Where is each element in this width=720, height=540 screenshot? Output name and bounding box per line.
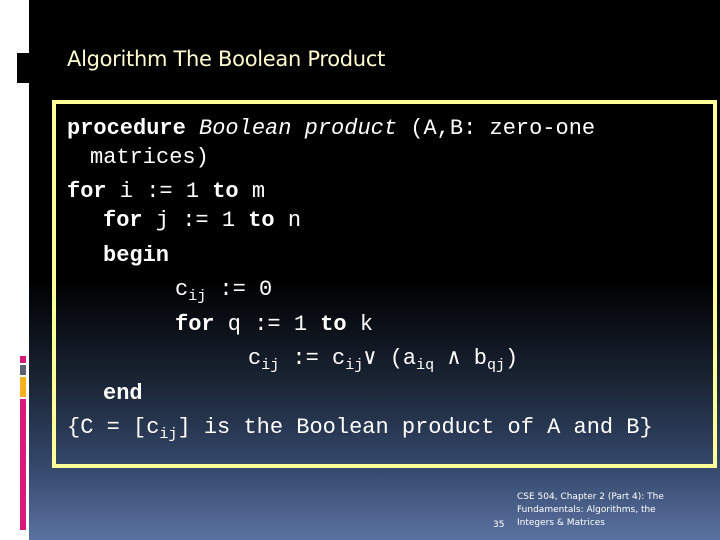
- decorative-block: [17, 53, 29, 83]
- slide-title: Algorithm The Boolean Product: [67, 47, 386, 71]
- code-line-procedure: procedure Boolean product (A,B: zero-one: [67, 116, 596, 141]
- code-line-cij-update: cij := cij∨ (aiq ∧ bqj): [248, 346, 519, 374]
- code-line-for-q: for q := 1 to k: [175, 312, 374, 337]
- code-line-comment: {C = [cij] is the Boolean product of A a…: [67, 415, 653, 443]
- code-line-for-i: for i := 1 to m: [67, 179, 266, 204]
- accent-bar-orange: [20, 377, 26, 397]
- accent-bar-pink-top: [20, 356, 26, 363]
- code-line-cij-init: cij := 0: [175, 277, 273, 305]
- keyword: procedure: [67, 116, 186, 141]
- page-number: 35: [493, 520, 505, 530]
- code-line-for-j: for j := 1 to n: [103, 208, 302, 233]
- procedure-name: Boolean product: [199, 116, 398, 141]
- code-line-matrices: matrices): [90, 145, 209, 170]
- code-line-begin: begin: [103, 243, 170, 268]
- accent-bar-grey: [20, 365, 26, 375]
- accent-bar-pink: [20, 399, 26, 530]
- code-line-end: end: [103, 381, 143, 406]
- footer-course-text: CSE 504, Chapter 2 (Part 4): The Fundame…: [517, 492, 664, 528]
